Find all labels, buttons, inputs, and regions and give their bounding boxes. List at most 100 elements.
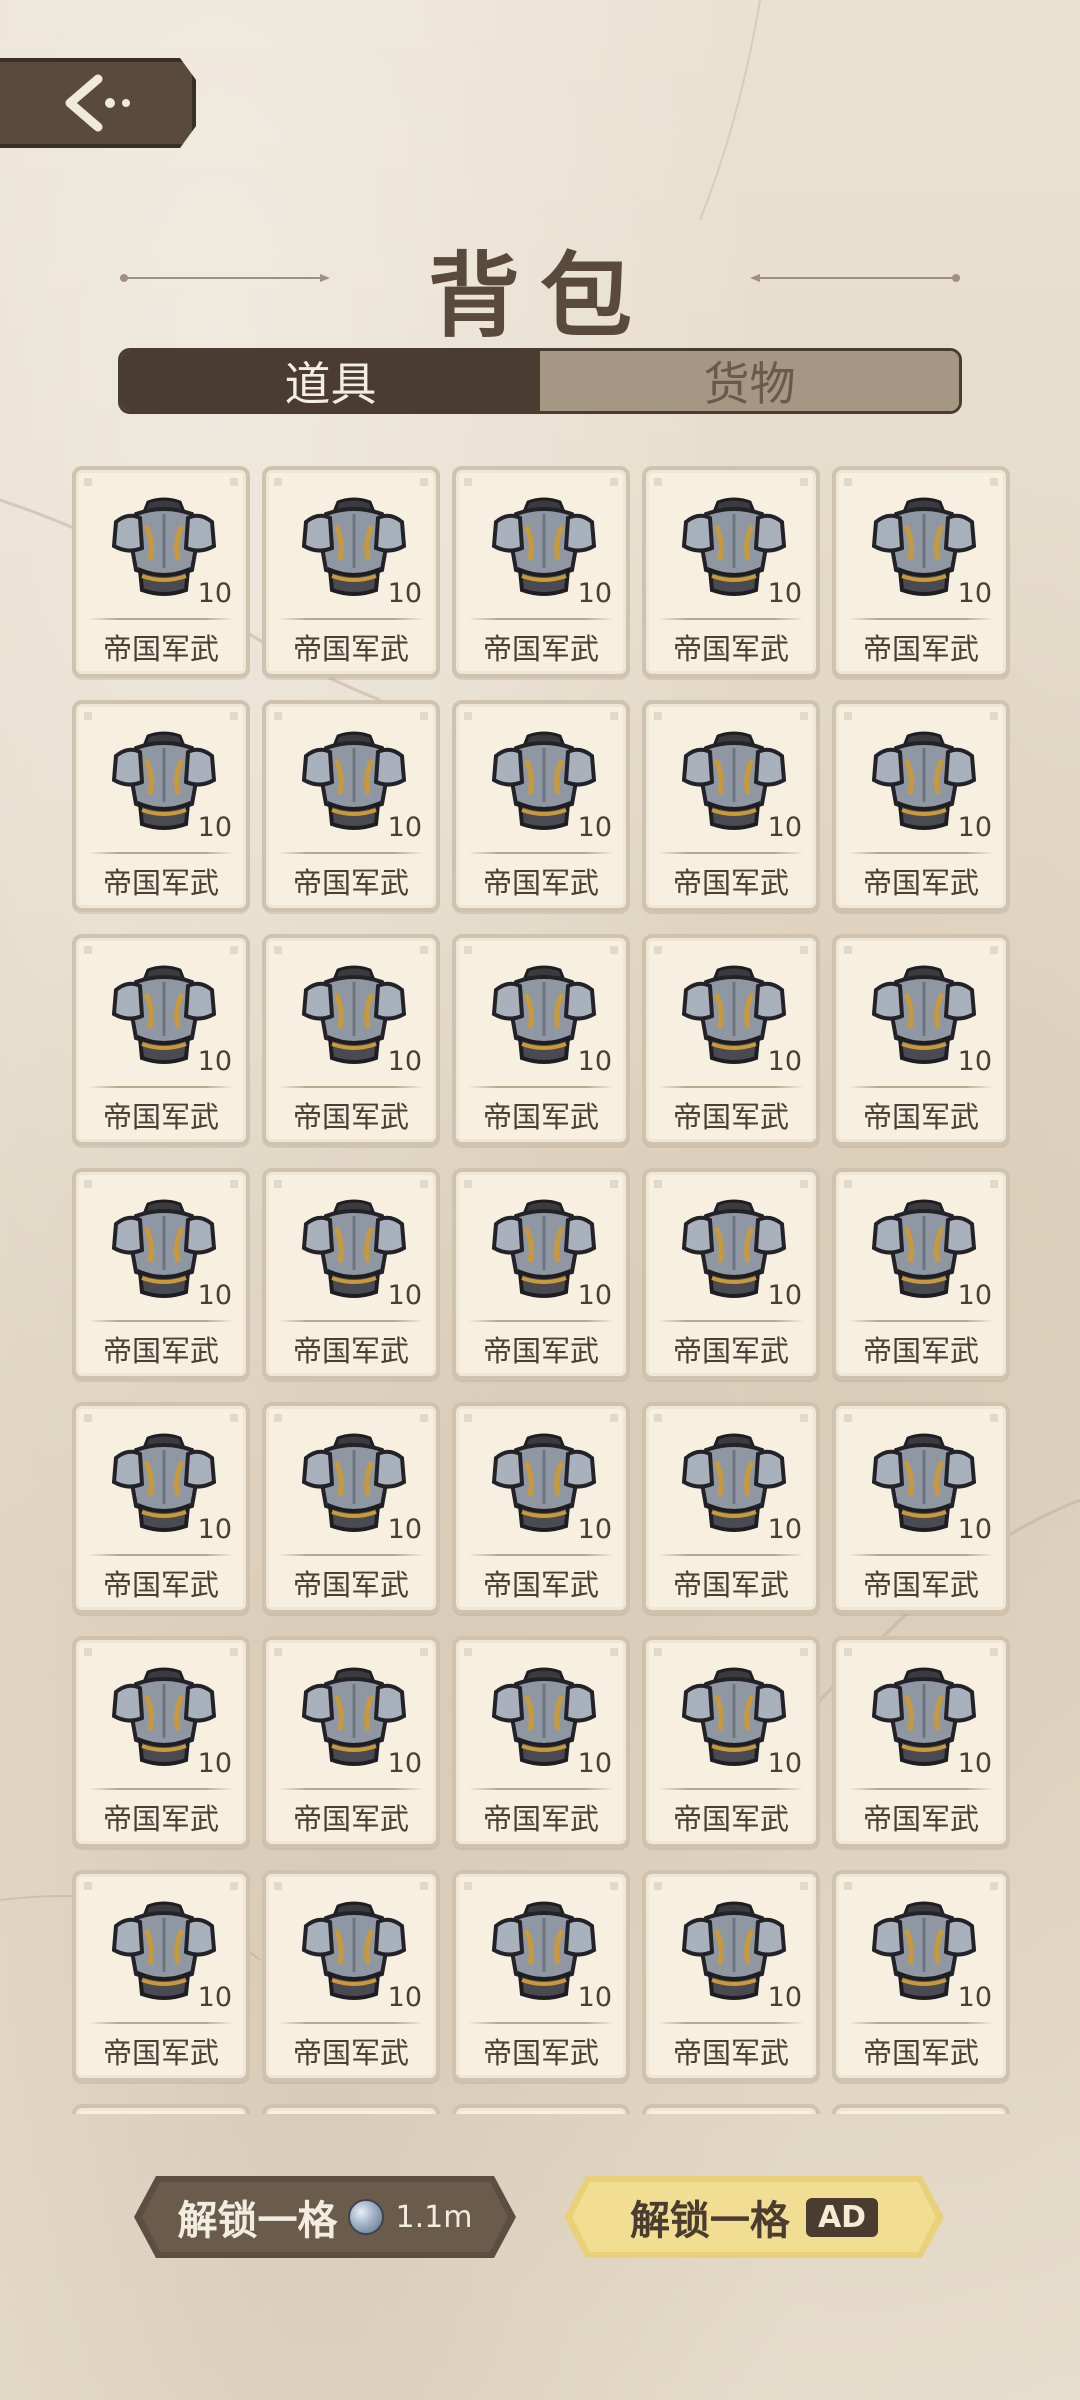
inventory-slot[interactable]: 10 帝国军武 (72, 1870, 250, 2082)
card-corner (844, 1648, 852, 1656)
tab-goods[interactable]: 货物 (540, 351, 959, 411)
card-corner (610, 1414, 618, 1422)
item-name: 帝国军武 (672, 1100, 789, 1134)
card-corner (800, 946, 808, 954)
inventory-slot[interactable]: 10 帝国军武 (452, 934, 630, 1146)
card-corner (844, 1882, 852, 1890)
item-count: 10 (387, 1046, 422, 1077)
item-count: 10 (767, 1046, 802, 1077)
item-count: 10 (767, 1280, 802, 1311)
inventory-slot[interactable]: 10 帝国军武 (642, 1870, 820, 2082)
inventory-slot[interactable]: 10 帝国军武 (72, 466, 250, 678)
inventory-slot[interactable]: 10 帝国军武 (832, 1168, 1010, 1380)
card-corner (84, 1414, 92, 1422)
item-count: 10 (577, 1046, 612, 1077)
card-divider (278, 1086, 424, 1088)
inventory-slot[interactable]: 10 帝国军武 (452, 1168, 630, 1380)
inventory-slot[interactable]: 10 帝国军武 (262, 700, 440, 912)
card-corner (84, 1180, 92, 1188)
inventory-slot[interactable]: 10 帝国军武 (72, 1402, 250, 1614)
card-corner (990, 1648, 998, 1656)
item-count: 10 (387, 1748, 422, 1779)
item-count: 10 (577, 1514, 612, 1545)
card-corner (800, 478, 808, 486)
inventory-slot-partial[interactable] (262, 2104, 440, 2114)
card-divider (658, 1788, 804, 1790)
item-count: 10 (957, 1280, 992, 1311)
tab-props[interactable]: 道具 (121, 351, 540, 411)
card-corner (420, 1648, 428, 1656)
inventory-slot-partial[interactable] (452, 2104, 630, 2114)
item-count: 10 (957, 1748, 992, 1779)
item-name: 帝国军武 (482, 632, 599, 666)
back-button[interactable] (0, 58, 196, 148)
inventory-slot[interactable]: 10 帝国军武 (642, 1168, 820, 1380)
card-divider (658, 852, 804, 854)
card-corner (464, 1180, 472, 1188)
inventory-slot[interactable]: 10 帝国军武 (832, 700, 1010, 912)
inventory-slot[interactable]: 10 帝国军武 (452, 1870, 630, 2082)
card-corner (844, 946, 852, 954)
card-corner (654, 946, 662, 954)
inventory-slot[interactable]: 10 帝国军武 (832, 934, 1010, 1146)
inventory-slot[interactable]: 10 帝国军武 (832, 1636, 1010, 1848)
inventory-grid[interactable]: 10 帝国军武 10 帝国军武 10 帝国军武 10 帝国军武 10 帝国军武 … (60, 462, 1020, 2114)
inventory-slot[interactable]: 10 帝国军武 (642, 466, 820, 678)
inventory-slot[interactable]: 10 帝国军武 (642, 934, 820, 1146)
inventory-slot[interactable]: 10 帝国军武 (262, 1402, 440, 1614)
card-divider (658, 1320, 804, 1322)
item-name: 帝国军武 (102, 1334, 219, 1368)
unlock-ad-label: 解锁一格 (629, 2197, 790, 2244)
item-name: 帝国军武 (672, 1568, 789, 1602)
item-name: 帝国军武 (672, 2036, 789, 2070)
item-name: 帝国军武 (482, 1100, 599, 1134)
card-corner (844, 478, 852, 486)
card-divider (658, 1086, 804, 1088)
inventory-slot[interactable]: 10 帝国军武 (642, 1636, 820, 1848)
card-divider (278, 1788, 424, 1790)
card-divider (468, 618, 614, 620)
card-corner (990, 946, 998, 954)
item-name: 帝国军武 (482, 1802, 599, 1836)
inventory-slot[interactable]: 10 帝国军武 (72, 700, 250, 912)
inventory-slot[interactable]: 10 帝国军武 (72, 1168, 250, 1380)
unlock-slot-coin-button[interactable]: 解锁一格 1.1m (134, 2176, 516, 2258)
title-area: 背包 (0, 222, 1080, 350)
inventory-slot[interactable]: 10 帝国军武 (452, 1402, 630, 1614)
item-name: 帝国军武 (292, 1568, 409, 1602)
item-count: 10 (767, 1982, 802, 2013)
inventory-slot[interactable]: 10 帝国军武 (72, 1636, 250, 1848)
card-corner (800, 1414, 808, 1422)
unlock-slot-ad-button[interactable]: 解锁一格 AD (564, 2176, 944, 2258)
card-corner (990, 1882, 998, 1890)
inventory-slot[interactable]: 10 帝国军武 (262, 1870, 440, 2082)
inventory-slot[interactable]: 10 帝国军武 (262, 1168, 440, 1380)
item-count: 10 (957, 578, 992, 609)
card-corner (464, 1414, 472, 1422)
inventory-slot-partial[interactable] (72, 2104, 250, 2114)
inventory-slot[interactable]: 10 帝国军武 (452, 1636, 630, 1848)
inventory-slot[interactable]: 10 帝国军武 (832, 466, 1010, 678)
inventory-slot[interactable]: 10 帝国军武 (452, 700, 630, 912)
card-corner (990, 712, 998, 720)
card-corner (84, 946, 92, 954)
card-divider (658, 1554, 804, 1556)
inventory-slot[interactable]: 10 帝国军武 (262, 934, 440, 1146)
card-divider (278, 1320, 424, 1322)
card-divider (88, 1320, 234, 1322)
inventory-slot[interactable]: 10 帝国军武 (262, 1636, 440, 1848)
inventory-slot[interactable]: 10 帝国军武 (72, 934, 250, 1146)
card-divider (848, 2022, 994, 2024)
card-corner (274, 712, 282, 720)
inventory-slot-partial[interactable] (832, 2104, 1010, 2114)
inventory-slot[interactable]: 10 帝国军武 (262, 466, 440, 678)
inventory-slot-partial[interactable] (642, 2104, 820, 2114)
item-name: 帝国军武 (482, 866, 599, 900)
inventory-slot[interactable]: 10 帝国军武 (642, 700, 820, 912)
item-count: 10 (197, 1982, 232, 2013)
inventory-slot[interactable]: 10 帝国军武 (642, 1402, 820, 1614)
inventory-slot[interactable]: 10 帝国军武 (832, 1870, 1010, 2082)
card-divider (658, 2022, 804, 2024)
inventory-slot[interactable]: 10 帝国军武 (452, 466, 630, 678)
inventory-slot[interactable]: 10 帝国军武 (832, 1402, 1010, 1614)
